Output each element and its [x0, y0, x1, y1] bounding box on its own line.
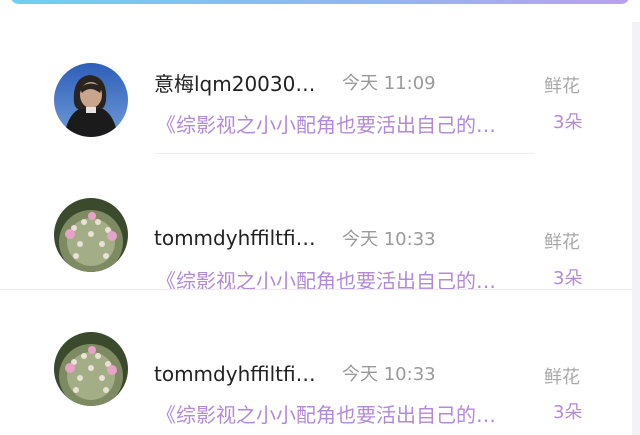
timestamp: 今天 11:09: [342, 73, 436, 94]
user-name[interactable]: tommdyhffiltfiger: [154, 226, 324, 250]
right-edge-strip: [632, 22, 640, 435]
gift-count: 3朵: [553, 268, 583, 289]
list-item[interactable]: 意梅lqm20030… 今天 11:09 鲜花 《综影视之小小配角也要活出自己的…: [0, 22, 632, 156]
timestamp: 今天 10:33: [342, 364, 436, 385]
cactus-flower-avatar[interactable]: [54, 332, 128, 406]
divider: [155, 153, 535, 154]
user-name[interactable]: tommdyhffiltfiger: [154, 362, 324, 386]
header-gradient-strip: [10, 0, 630, 4]
header-gradient-bar: [0, 0, 640, 22]
gift-type-label: 鲜花: [544, 232, 580, 253]
gift-type-label: 鲜花: [544, 367, 580, 388]
timestamp: 今天 10:33: [342, 229, 436, 250]
book-title-link[interactable]: 《综影视之小小配角也要活出自己的…: [156, 399, 530, 428]
gift-type-label: 鲜花: [544, 76, 580, 97]
gift-count: 3朵: [553, 402, 583, 423]
list-item[interactable]: tommdyhffiltfiger 今天 10:33 鲜花 《综影视之小小配角也…: [0, 156, 640, 293]
book-title-link[interactable]: 《综影视之小小配角也要活出自己的…: [156, 109, 530, 138]
woman-portrait-avatar[interactable]: [54, 63, 128, 137]
user-name[interactable]: 意梅lqm20030…: [154, 68, 324, 97]
list-item[interactable]: tommdyhffiltfiger 今天 10:33 鲜花 《综影视之小小配角也…: [0, 290, 632, 427]
gift-count: 3朵: [553, 112, 583, 133]
cactus-flower-avatar[interactable]: [54, 198, 128, 272]
gift-record-list: 意梅lqm20030… 今天 11:09 鲜花 《综影视之小小配角也要活出自己的…: [0, 22, 640, 435]
